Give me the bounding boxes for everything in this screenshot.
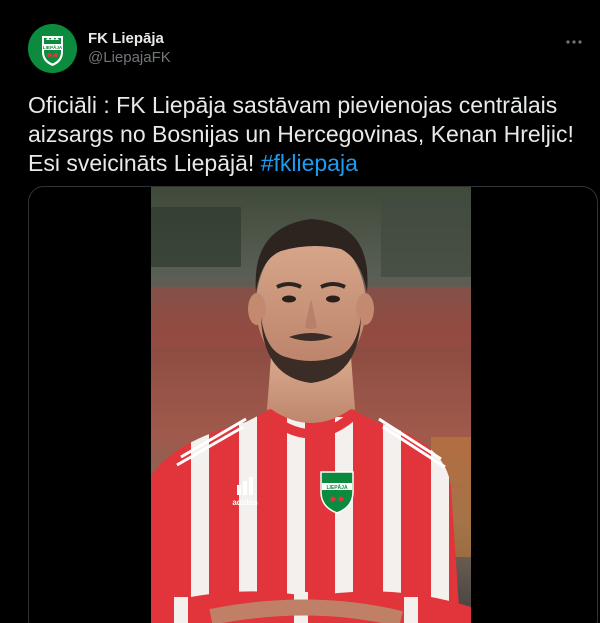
shirt-crest-icon: LIEPĀJA [320,471,354,514]
tweet-header: LIEPĀJA FK Liepāja @LiepajaFK [28,24,600,76]
more-options-icon[interactable] [564,32,584,52]
display-name[interactable]: FK Liepāja [88,30,171,48]
svg-text:adidas: adidas [232,498,258,507]
svg-text:LIEPĀJA: LIEPĀJA [326,484,348,491]
player-image: adidas LIEPĀJA [151,187,471,623]
tweet-text: Oficiāli : FK Liepāja sastāvam pievienoj… [28,91,588,178]
fk-liepaja-crest-icon: LIEPĀJA [28,24,77,73]
account-names: FK Liepāja @LiepajaFK [88,30,171,68]
tweet-media[interactable]: adidas LIEPĀJA [28,186,598,623]
account-handle[interactable]: @LiepajaFK [88,48,171,68]
tweet[interactable]: LIEPĀJA FK Liepāja @LiepajaFK Oficiāli :… [0,0,600,623]
player-photo[interactable]: adidas LIEPĀJA [151,187,471,623]
hashtag-link[interactable]: #fkliepaja [261,150,358,176]
svg-text:LIEPĀJA: LIEPĀJA [43,44,63,50]
avatar[interactable]: LIEPĀJA [28,24,77,73]
